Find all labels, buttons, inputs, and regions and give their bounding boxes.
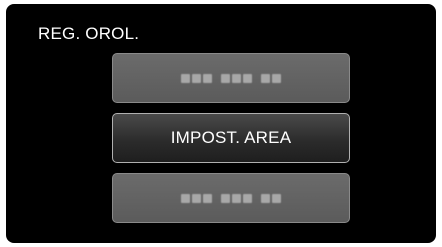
menu-title: REG. OROL. bbox=[38, 24, 140, 43]
impost-area-button[interactable]: IMPOST. AREA bbox=[112, 113, 350, 163]
menu-item-1[interactable] bbox=[112, 53, 350, 103]
camera-menu-screen: REG. OROL. IMPOST. AREA bbox=[6, 4, 436, 243]
obscured-label bbox=[181, 73, 281, 83]
obscured-label bbox=[181, 193, 281, 203]
menu-item-3[interactable] bbox=[112, 173, 350, 223]
impost-area-label: IMPOST. AREA bbox=[170, 128, 292, 147]
